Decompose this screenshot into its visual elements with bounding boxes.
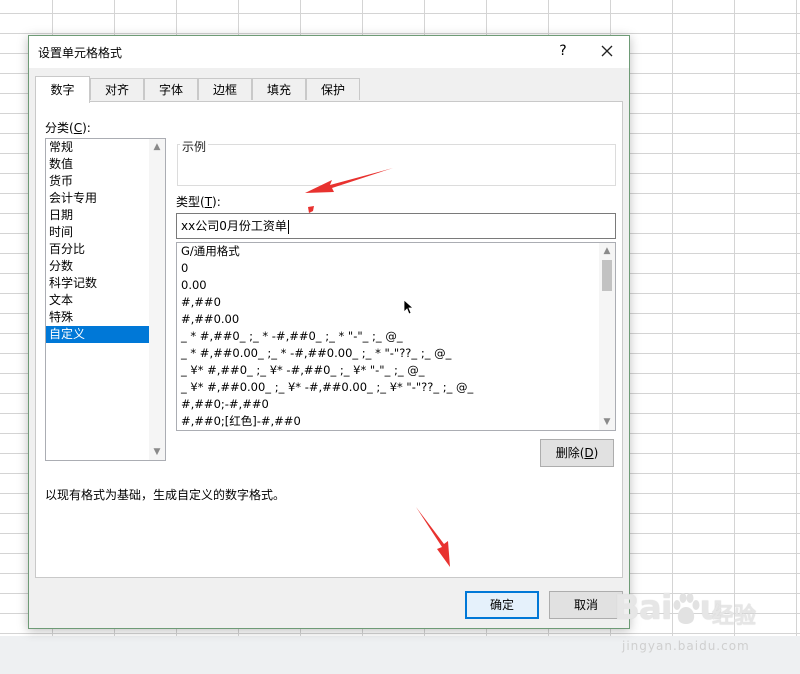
format-item[interactable]: #,##0 [181, 294, 221, 311]
annotation-arrow-icon [305, 168, 393, 193]
format-scrollbar[interactable]: ▲ ▼ [599, 243, 615, 430]
type-input[interactable]: xx公司0月份工资单 [176, 213, 616, 239]
baidu-jingyan-watermark: Bai u 经验 jingyan.baidu.com [614, 586, 760, 666]
watermark-logo-text: Bai u [614, 588, 724, 628]
category-item-custom[interactable]: 自定义 [46, 326, 149, 343]
watermark-cn-text: 经验 [712, 604, 757, 629]
format-item[interactable]: _ * #,##0_ ;_ * -#,##0_ ;_ * "-"_ ;_ @_ [181, 328, 403, 345]
tab-fill[interactable]: 填充 [252, 78, 306, 100]
mouse-cursor-icon [403, 299, 413, 315]
paw-icon [673, 593, 700, 624]
category-item-special[interactable]: 特殊 [46, 309, 149, 326]
category-item-date[interactable]: 日期 [46, 207, 149, 224]
format-item[interactable]: G/通用格式 [181, 243, 240, 260]
format-item[interactable]: #,##0;[红色]-#,##0 [181, 413, 301, 430]
format-item[interactable]: _ * #,##0.00_ ;_ * -#,##0.00_ ;_ * "-"??… [181, 345, 451, 362]
cancel-button[interactable]: 取消 [549, 591, 623, 619]
category-item-scientific[interactable]: 科学记数 [46, 275, 149, 292]
format-item[interactable]: 0 [181, 260, 188, 277]
category-item-currency[interactable]: 货币 [46, 173, 149, 190]
category-item-number[interactable]: 数值 [46, 156, 149, 173]
scroll-up-icon[interactable]: ▲ [149, 139, 165, 155]
tab-number[interactable]: 数字 [35, 76, 90, 103]
category-item-general[interactable]: 常规 [46, 139, 149, 156]
annotation-arrow-icon [416, 507, 450, 567]
sample-label: 示例 [180, 138, 209, 155]
text-caret [287, 219, 289, 234]
tab-border[interactable]: 边框 [198, 78, 252, 100]
category-scrollbar[interactable]: ▲ ▼ [149, 139, 165, 460]
tab-alignment[interactable]: 对齐 [90, 78, 144, 100]
scroll-thumb[interactable] [602, 260, 612, 291]
category-label: 分类(C): [45, 121, 91, 135]
format-item[interactable]: _ ¥* #,##0_ ;_ ¥* -#,##0_ ;_ ¥* "-"_ ;_ … [181, 362, 425, 379]
scroll-down-icon[interactable]: ▼ [149, 444, 165, 460]
type-label: 类型(T): [176, 195, 221, 209]
tab-protection[interactable]: 保护 [306, 78, 360, 100]
dialog-title: 设置单元格格式 [38, 46, 123, 60]
delete-button[interactable]: 删除(D) [540, 439, 614, 467]
format-item[interactable]: 0.00 [181, 277, 207, 294]
category-item-time[interactable]: 时间 [46, 224, 149, 241]
category-item-percentage[interactable]: 百分比 [46, 241, 149, 258]
tab-font[interactable]: 字体 [144, 78, 198, 100]
category-item-text[interactable]: 文本 [46, 292, 149, 309]
dialog-titlebar: 设置单元格格式 ? [29, 36, 629, 68]
watermark-url: jingyan.baidu.com [622, 639, 750, 653]
sample-box [177, 144, 616, 186]
help-button[interactable]: ? [551, 38, 575, 64]
annotation-dot-icon [308, 206, 314, 213]
format-description: 以现有格式为基础，生成自定义的数字格式。 [45, 488, 286, 502]
scroll-down-icon[interactable]: ▼ [599, 414, 615, 430]
category-item-fraction[interactable]: 分数 [46, 258, 149, 275]
format-item[interactable]: _ ¥* #,##0.00_ ;_ ¥* -#,##0.00_ ;_ ¥* "-… [181, 379, 473, 396]
category-list[interactable]: 常规 数值 货币 会计专用 日期 时间 百分比 分数 科学记数 文本 特殊 自定… [45, 138, 166, 461]
format-list[interactable]: G/通用格式 0 0.00 #,##0 #,##0.00 _ * #,##0_ … [176, 242, 616, 431]
format-item[interactable]: #,##0;-#,##0 [181, 396, 269, 413]
close-button[interactable] [593, 38, 621, 64]
scroll-up-icon[interactable]: ▲ [599, 243, 615, 259]
close-icon [601, 45, 613, 57]
format-cells-dialog: 设置单元格格式 ? 数字 对齐 字体 边框 填充 保护 分类(C): 常规 数值… [28, 35, 630, 629]
ok-button[interactable]: 确定 [465, 591, 539, 619]
category-item-accounting[interactable]: 会计专用 [46, 190, 149, 207]
format-item[interactable]: #,##0.00 [181, 311, 239, 328]
